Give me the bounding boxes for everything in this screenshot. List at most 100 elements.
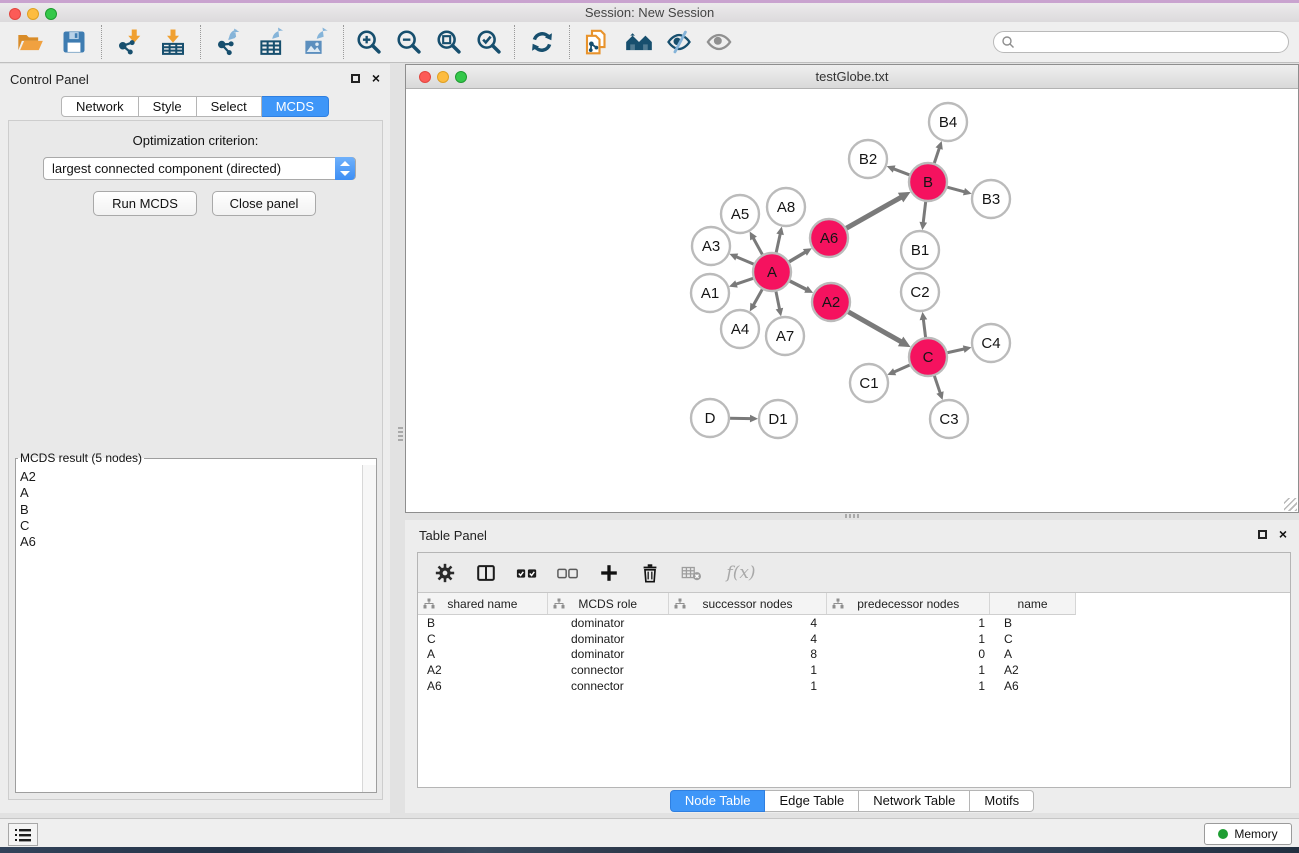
table-cell[interactable]: 1 <box>828 615 991 631</box>
home-layout-button[interactable] <box>619 24 659 60</box>
close-panel-icon[interactable]: × <box>1279 526 1287 542</box>
table-row[interactable]: Cdominator41C <box>418 631 1290 647</box>
table-row[interactable]: A2connector11A2 <box>418 662 1290 678</box>
delete-column-button[interactable] <box>637 560 663 586</box>
tab-select[interactable]: Select <box>197 96 262 117</box>
column-header-successor-nodes[interactable]: successor nodes <box>669 593 828 614</box>
graph-edge-B-B4[interactable] <box>934 148 939 164</box>
close-panel-icon[interactable]: × <box>372 70 380 86</box>
tab-edge-table[interactable]: Edge Table <box>765 790 859 812</box>
export-image-button[interactable] <box>294 24 338 60</box>
table-cell[interactable]: 4 <box>669 631 828 647</box>
table-cell[interactable]: connector <box>548 678 669 694</box>
toggle-annotations-button[interactable] <box>659 24 699 60</box>
zoom-out-button[interactable] <box>389 24 429 60</box>
task-history-button[interactable] <box>8 823 38 846</box>
table-cell[interactable]: dominator <box>548 615 669 631</box>
zoom-in-button[interactable] <box>349 24 389 60</box>
graph-edge-C-C2[interactable] <box>923 319 925 338</box>
delete-table-button[interactable] <box>678 560 704 586</box>
table-cell[interactable]: 4 <box>669 615 828 631</box>
resize-grip-icon[interactable] <box>1284 498 1297 511</box>
network-window-titlebar[interactable]: testGlobe.txt <box>406 65 1298 89</box>
optimization-select[interactable]: largest connected component (directed) <box>43 157 356 180</box>
result-item[interactable]: C <box>20 518 362 534</box>
vertical-splitter-handle[interactable] <box>398 427 403 441</box>
import-network-button[interactable] <box>107 24 151 60</box>
import-table-button[interactable] <box>151 24 195 60</box>
float-panel-icon[interactable] <box>351 74 360 83</box>
graph-edge-A-A3[interactable] <box>736 257 755 265</box>
table-cell[interactable]: 1 <box>828 631 991 647</box>
graph-edge-C-C1[interactable] <box>894 365 911 372</box>
graph-edge-A-A6[interactable] <box>788 252 805 262</box>
graph-edge-A-A4[interactable] <box>753 289 762 306</box>
table-cell[interactable]: 1 <box>669 662 828 678</box>
table-cell[interactable]: A <box>991 646 1076 662</box>
table-cell[interactable]: dominator <box>548 631 669 647</box>
graph-edge-C-C4[interactable] <box>947 349 965 353</box>
table-cell[interactable]: B <box>991 615 1076 631</box>
tab-motifs[interactable]: Motifs <box>970 790 1034 812</box>
table-cell[interactable]: C <box>418 631 548 647</box>
result-scrollbar[interactable] <box>362 465 376 792</box>
show-column-panel-button[interactable] <box>473 560 499 586</box>
table-cell[interactable]: 1 <box>669 678 828 694</box>
show-graphics-button[interactable] <box>699 24 739 60</box>
graph-edge-A-A7[interactable] <box>776 291 780 310</box>
search-field[interactable] <box>993 31 1289 53</box>
column-header-name[interactable]: name <box>990 593 1075 614</box>
table-cell[interactable]: 1 <box>828 678 991 694</box>
table-cell[interactable]: A6 <box>418 678 548 694</box>
table-cell[interactable]: A2 <box>418 662 548 678</box>
column-header-MCDS-role[interactable]: MCDS role <box>548 593 669 614</box>
select-all-columns-button[interactable] <box>514 560 540 586</box>
tab-network[interactable]: Network <box>61 96 139 117</box>
apply-function-button[interactable]: f(x) <box>719 560 763 586</box>
graph-edge-A6-B[interactable] <box>846 197 902 229</box>
create-column-button[interactable] <box>596 560 622 586</box>
column-header-predecessor-nodes[interactable]: predecessor nodes <box>827 593 990 614</box>
table-cell[interactable]: C <box>991 631 1076 647</box>
open-file-button[interactable] <box>8 24 52 60</box>
table-row[interactable]: A6connector11A6 <box>418 678 1290 694</box>
zoom-selected-button[interactable] <box>469 24 509 60</box>
column-header-shared-name[interactable]: shared name <box>418 593 548 614</box>
graph-edge-B-B2[interactable] <box>893 169 910 176</box>
search-input[interactable] <box>1019 35 1288 49</box>
memory-button[interactable]: Memory <box>1204 823 1292 845</box>
table-cell[interactable]: A <box>418 646 548 662</box>
table-cell[interactable]: 0 <box>828 646 991 662</box>
result-item[interactable]: A <box>20 485 362 501</box>
mcds-result-list[interactable]: A2ABCA6 <box>16 465 362 792</box>
graph-edge-B-B1[interactable] <box>923 201 926 223</box>
export-network-button[interactable] <box>206 24 250 60</box>
refresh-button[interactable] <box>520 24 564 60</box>
table-cell[interactable]: 1 <box>828 662 991 678</box>
deselect-all-columns-button[interactable] <box>555 560 581 586</box>
graph-edge-A-A8[interactable] <box>776 233 780 253</box>
tab-node-table[interactable]: Node Table <box>670 790 766 812</box>
result-item[interactable]: A6 <box>20 534 362 550</box>
tab-network-table[interactable]: Network Table <box>859 790 970 812</box>
tab-mcds[interactable]: MCDS <box>262 96 329 117</box>
graph-edge-A-A2[interactable] <box>789 281 807 290</box>
table-cell[interactable]: A6 <box>991 678 1076 694</box>
graph-edge-C-C3[interactable] <box>934 375 940 393</box>
network-canvas[interactable]: AA1A2A3A4A5A6A7A8BB1B2B3B4CC1C2C3C4DD1 <box>406 89 1298 512</box>
table-cell[interactable]: B <box>418 615 548 631</box>
float-panel-icon[interactable] <box>1258 530 1267 539</box>
tab-style[interactable]: Style <box>139 96 197 117</box>
result-item[interactable]: B <box>20 502 362 518</box>
close-panel-button[interactable]: Close panel <box>212 191 316 216</box>
table-cell[interactable]: dominator <box>548 646 669 662</box>
table-cell[interactable]: A2 <box>991 662 1076 678</box>
graph-edge-A-A5[interactable] <box>753 238 763 256</box>
graph-edge-A2-C[interactable] <box>848 311 902 342</box>
table-row[interactable]: Bdominator41B <box>418 615 1290 631</box>
horizontal-splitter-handle[interactable] <box>845 514 859 518</box>
run-mcds-button[interactable]: Run MCDS <box>93 191 197 216</box>
graph-edge-A-A1[interactable] <box>736 278 754 284</box>
table-row[interactable]: Adominator80A <box>418 646 1290 662</box>
export-table-button[interactable] <box>250 24 294 60</box>
